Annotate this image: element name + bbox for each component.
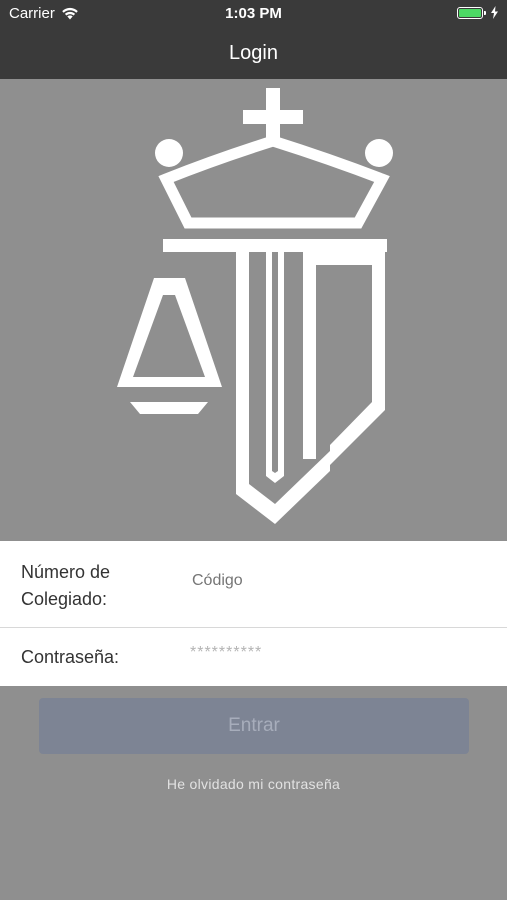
password-label: Contraseña: bbox=[21, 647, 120, 667]
crown-ball-left bbox=[155, 139, 183, 167]
scale-triangle bbox=[117, 278, 222, 387]
t-top-bar bbox=[163, 239, 387, 252]
justice-scales-crown-logo bbox=[117, 88, 393, 524]
battery-icon bbox=[457, 6, 486, 19]
scale-base bbox=[130, 402, 208, 414]
shield-inner-stem bbox=[266, 252, 284, 483]
colegiado-input[interactable] bbox=[190, 571, 484, 591]
shield-right-side bbox=[303, 252, 385, 465]
password-row: Contraseña: ********** bbox=[0, 628, 507, 686]
battery-group bbox=[457, 6, 499, 19]
logo-area bbox=[0, 79, 507, 541]
entrar-button[interactable]: Entrar bbox=[39, 698, 469, 754]
battery-fill bbox=[459, 8, 481, 17]
crown-ball-right bbox=[365, 139, 393, 167]
status-bar: Carrier 1:03 PM bbox=[0, 0, 507, 28]
forgot-password-link[interactable]: He olvidado mi contraseña bbox=[0, 776, 507, 792]
battery-nub bbox=[484, 10, 486, 15]
bolt-icon bbox=[491, 6, 498, 19]
login-form: Número de Colegiado: Contraseña: *******… bbox=[0, 541, 507, 686]
page-title: Login bbox=[229, 42, 278, 64]
colegiado-row: Número de Colegiado: bbox=[0, 541, 507, 628]
nav-bar: Login bbox=[0, 28, 507, 79]
clock: 1:03 PM bbox=[225, 5, 282, 22]
crown-shape bbox=[158, 135, 390, 229]
cross-horizontal bbox=[243, 110, 303, 124]
entrar-button-label: Entrar bbox=[228, 715, 280, 736]
password-input[interactable]: ********** bbox=[190, 644, 480, 662]
colegiado-label: Número de Colegiado: bbox=[21, 562, 111, 609]
